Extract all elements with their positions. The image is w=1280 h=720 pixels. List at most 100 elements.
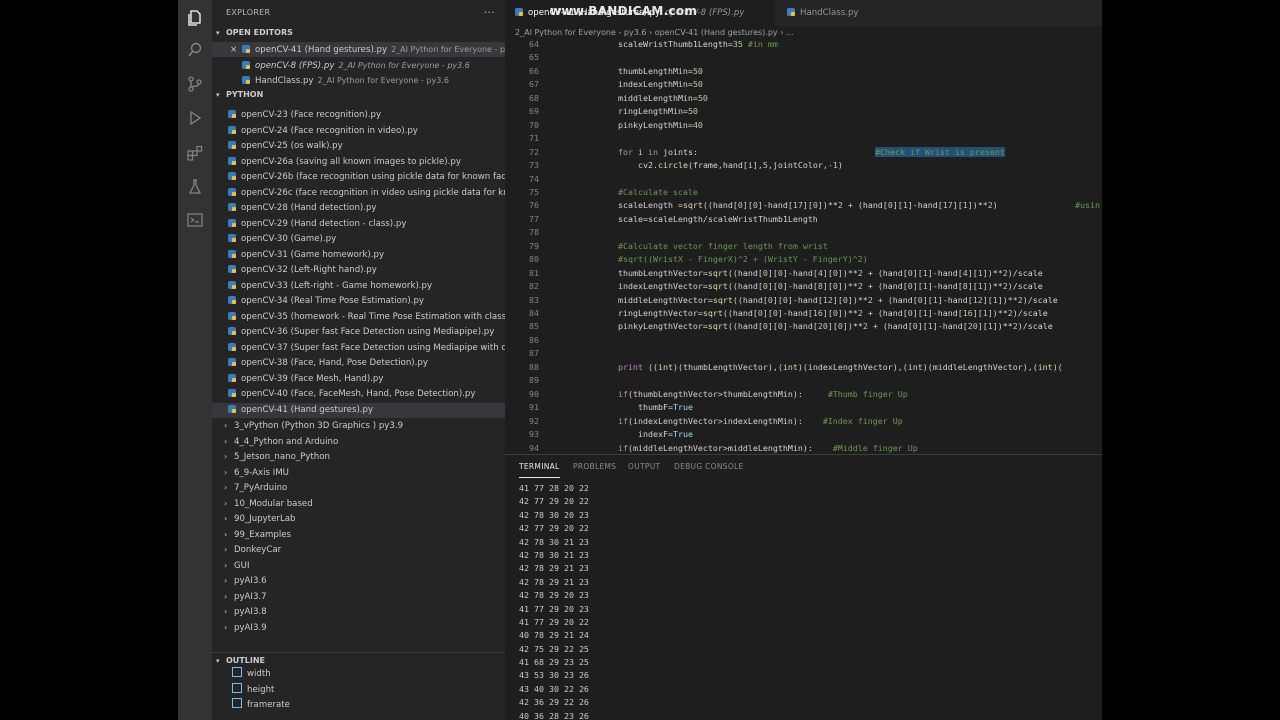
file-item[interactable]: openCV-38 (Face, Hand, Pose Detection).p… (212, 356, 505, 371)
open-editor-item[interactable]: HandClass.py 2_AI Python for Everyone - p… (212, 73, 505, 88)
line-number: 94 (529, 442, 539, 453)
file-name: openCV-26a (saving all known images to p… (241, 156, 461, 167)
file-item[interactable]: openCV-26b (face recognition using pickl… (212, 170, 505, 185)
file-item[interactable]: openCV-28 (Hand detection).py (212, 201, 505, 216)
more-actions-icon[interactable]: ··· (484, 0, 495, 26)
file-item[interactable]: openCV-24 (Face recognition in video).py (212, 124, 505, 139)
code-line[interactable]: pinkyLengthMin=40 (618, 120, 703, 130)
vscode-window: EXPLORER ··· ▾ OPEN EDITORS × openCV-41 (H… (178, 0, 1102, 720)
explorer-icon[interactable] (183, 6, 207, 30)
code-line[interactable]: for i in joints: (618, 147, 698, 157)
terminal-line: 42 77 29 20 22 (519, 496, 589, 507)
folder-item[interactable]: › pyAI3.8 (212, 604, 505, 619)
code-line[interactable]: ringLengthVector=sqrt((hand[0][0]-hand[1… (618, 308, 1048, 318)
folder-item[interactable]: › 6_9-Axis IMU (212, 465, 505, 480)
file-item[interactable]: openCV-40 (Face, FaceMesh, Hand, Pose De… (212, 387, 505, 402)
folder-item[interactable]: › 90_JupyterLab (212, 511, 505, 526)
python-section-header[interactable]: ▾ PYTHON (212, 88, 505, 102)
code-line[interactable]: scaleWristThumb1Length=35 #in mm (618, 39, 778, 49)
folder-item[interactable]: › 4_4_Python and Arduino (212, 434, 505, 449)
code-line[interactable]: cv2.circle(frame,hand[i],5,jointColor,-1… (618, 160, 843, 170)
code-line[interactable]: scale=scaleLength/scaleWristThumb1Length (618, 214, 818, 224)
file-item[interactable]: openCV-25 (os walk).py (212, 139, 505, 154)
code-line[interactable]: indexF=True (618, 429, 693, 439)
file-item[interactable]: openCV-23 (Face recognition).py (212, 108, 505, 123)
close-icon[interactable]: × (230, 43, 242, 57)
run-debug-icon[interactable] (183, 106, 207, 130)
chevron-right-icon: › (224, 514, 228, 523)
line-number: 66 (529, 65, 539, 76)
python-file-icon (228, 358, 236, 366)
folder-item[interactable]: › DonkeyCar (212, 542, 505, 557)
code-line[interactable]: middleLengthMin=50 (618, 93, 708, 103)
file-item[interactable]: openCV-31 (Game homework).py (212, 248, 505, 263)
file-item[interactable]: openCV-32 (Left-Right hand).py (212, 263, 505, 278)
terminal-line: 43 53 30 23 26 (519, 670, 589, 681)
selected-comment[interactable]: #Check if Wrist is present (875, 146, 1005, 157)
open-editors-section-header[interactable]: ▾ OPEN EDITORS (212, 26, 505, 40)
code-line[interactable]: if(indexLengthVector>indexLengthMin): #I… (618, 416, 903, 426)
code-line[interactable]: thumbLengthVector=sqrt((hand[0][0]-hand[… (618, 268, 1043, 278)
code-line[interactable]: ringLengthMin=50 (618, 106, 698, 116)
source-control-icon[interactable] (183, 72, 207, 96)
file-item[interactable]: openCV-33 (Left-right - Game homework).p… (212, 279, 505, 294)
code-line[interactable]: thumbLengthMin=50 (618, 66, 703, 76)
folder-item[interactable]: › 3_vPython (Python 3D Graphics ) py3.9 (212, 418, 505, 433)
code-line[interactable]: if(thumbLengthVector>thumbLengthMin): #T… (618, 389, 908, 399)
code-line[interactable]: thumbF=True (618, 402, 693, 412)
code-line[interactable]: indexLengthVector=sqrt((hand[0][0]-hand[… (618, 281, 1043, 291)
file-item[interactable]: openCV-37 (Super fast Face Detection usi… (212, 341, 505, 356)
extensions-icon[interactable] (183, 141, 207, 165)
outline-item[interactable]: width (212, 667, 505, 682)
code-line[interactable]: print ((int)(thumbLengthVector),(int)(in… (618, 362, 1063, 372)
folder-item[interactable]: › 7_PyArduino (212, 480, 505, 495)
folder-item[interactable]: › pyAI3.7 (212, 589, 505, 604)
folder-item[interactable]: › 5_Jetson_nano_Python (212, 449, 505, 464)
code-line[interactable]: pinkyLengthVector=sqrt((hand[0][0]-hand[… (618, 321, 1053, 331)
folder-item[interactable]: › 99_Examples (212, 527, 505, 542)
code-line[interactable]: #sqrt((WristX - FingerX)^2 + (WristY - F… (618, 254, 868, 264)
file-item[interactable]: openCV-29 (Hand detection - class).py (212, 217, 505, 232)
file-item[interactable]: openCV-36 (Super fast Face Detection usi… (212, 325, 505, 340)
file-item[interactable]: openCV-30 (Game).py (212, 232, 505, 247)
file-item[interactable]: openCV-41 (Hand gestures).py (212, 402, 505, 418)
outline-item[interactable]: framerate (212, 698, 505, 713)
file-item[interactable]: openCV-26a (saving all known images to p… (212, 155, 505, 170)
code-line[interactable]: middleLengthVector=sqrt((hand[0][0]-hand… (618, 295, 1058, 305)
open-editor-item[interactable]: openCV-8 (FPS).py 2_AI Python for Everyon… (212, 58, 505, 73)
file-item[interactable]: openCV-35 (homework - Real Time Pose Est… (212, 310, 505, 325)
code-line[interactable]: scaleLength =sqrt((hand[0][0]-hand[17][0… (618, 200, 998, 210)
folder-item[interactable]: › GUI (212, 558, 505, 573)
folder-item[interactable]: › pyAI3.6 (212, 573, 505, 588)
line-number: 75 (529, 186, 539, 197)
file-name: openCV-39 (Face Mesh, Hand).py (241, 373, 384, 384)
remote-terminal-icon[interactable] (183, 208, 207, 232)
search-icon[interactable] (183, 38, 207, 62)
tab-problems[interactable]: PROBLEMS (573, 455, 616, 477)
terminal-output[interactable]: 41 77 28 20 22 42 77 29 20 22 42 78 30 20 … (519, 482, 589, 720)
file-name: openCV-30 (Game).py (241, 234, 337, 244)
folder-item[interactable]: › pyAI3.9 (212, 620, 505, 635)
folder-item[interactable]: › 10_Modular based (212, 496, 505, 511)
tab-terminal[interactable]: TERMINAL (519, 455, 560, 478)
open-editor-item[interactable]: × openCV-41 (Hand gestures).py 2_AI Python… (212, 42, 505, 57)
code-line[interactable]: #Calculate scale (618, 187, 698, 197)
code-line[interactable]: #Calculate vector finger length from wri… (618, 241, 828, 251)
chevron-right-icon: › (224, 498, 228, 508)
outline-item[interactable]: height (212, 682, 505, 698)
tab-debug-console[interactable]: DEBUG CONSOLE (674, 455, 744, 477)
file-item[interactable]: openCV-26c (face recognition in video us… (212, 186, 505, 201)
file-item[interactable]: openCV-34 (Real Time Pose Estimation).py (212, 294, 505, 309)
code-view[interactable]: 64 scaleWristThumb1Length=35 #in mm 65 66 th… (505, 39, 1102, 454)
line-number: 78 (529, 227, 539, 238)
tab-handclass[interactable]: HandClass.py (777, 0, 907, 26)
testing-flask-icon[interactable] (183, 175, 207, 199)
line-number: 85 (529, 321, 539, 332)
tab-output[interactable]: OUTPUT (628, 455, 660, 477)
python-file-icon (515, 8, 523, 16)
breadcrumb[interactable]: 2_AI Python for Everyone - py3.6 › openC… (505, 26, 1102, 39)
code-line[interactable]: if(middleLengthVector>middleLengthMin): … (618, 443, 918, 453)
outline-section-header[interactable]: ▾ OUTLINE (212, 652, 505, 668)
file-item[interactable]: openCV-39 (Face Mesh, Hand).py (212, 372, 505, 387)
code-line[interactable]: indexLengthMin=50 (618, 79, 703, 89)
